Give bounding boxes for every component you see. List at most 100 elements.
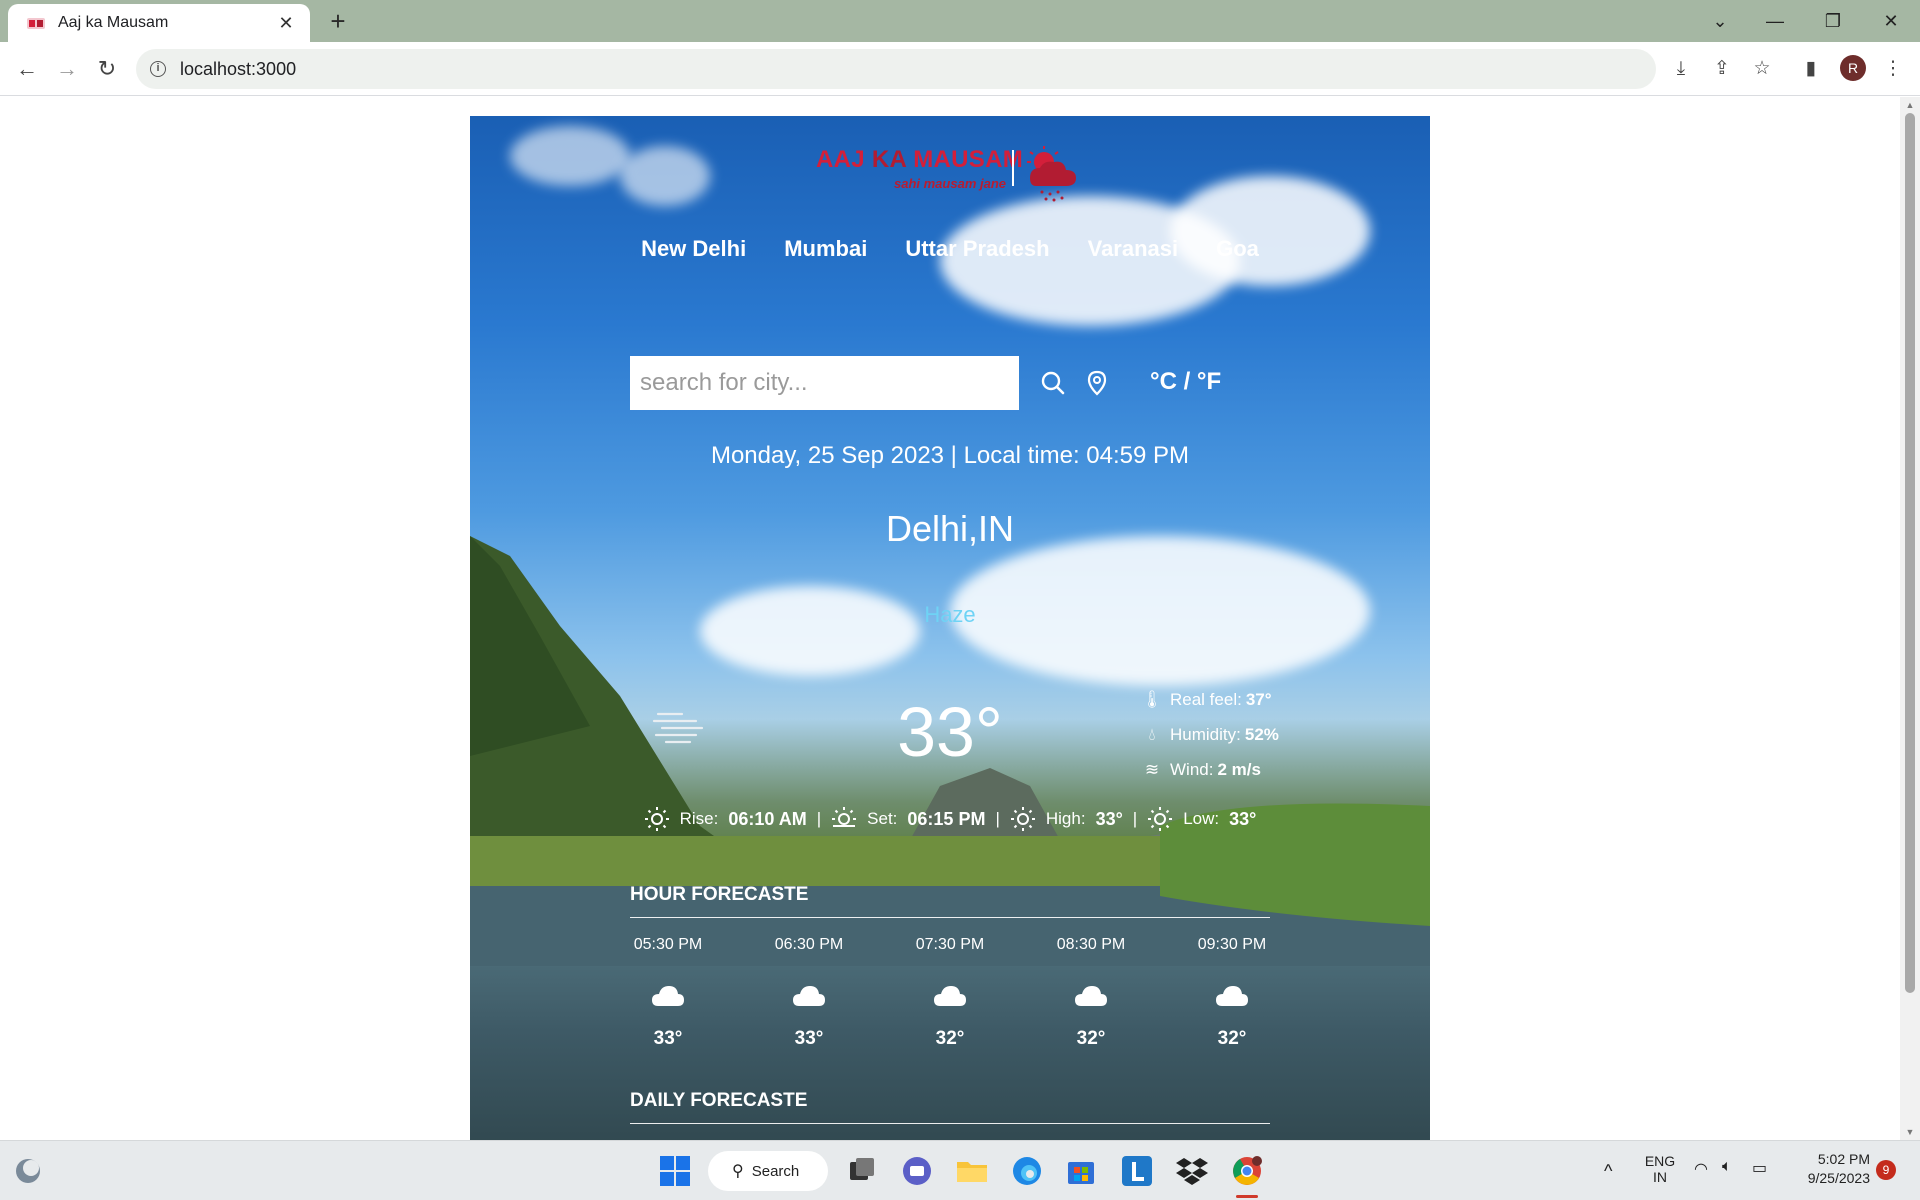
sunrise-icon xyxy=(644,807,669,831)
language-code: ENG xyxy=(1644,1153,1676,1169)
forecast-time: 05:30 PM xyxy=(633,936,703,953)
windows-start-icon[interactable] xyxy=(658,1154,692,1188)
task-view-icon[interactable] xyxy=(844,1154,878,1188)
l-app-icon[interactable] xyxy=(1120,1154,1154,1188)
profile-avatar[interactable]: R xyxy=(1840,55,1866,81)
city-link-uttar-pradesh[interactable]: Uttar Pradesh xyxy=(905,236,1049,262)
menu-dots-icon[interactable]: ⋮ xyxy=(1880,56,1906,82)
dropbox-icon[interactable] xyxy=(1175,1154,1209,1188)
search-glass-icon: ⚲ xyxy=(732,1163,744,1180)
microsoft-store-icon[interactable] xyxy=(1064,1154,1098,1188)
notification-badge[interactable]: 9 xyxy=(1876,1160,1896,1180)
city-quick-links: New Delhi Mumbai Uttar Pradesh Varanasi … xyxy=(470,236,1430,262)
forecast-temp: 32° xyxy=(1217,1028,1247,1049)
clock[interactable]: 5:02 PM 9/25/2023 xyxy=(1790,1151,1870,1186)
file-explorer-icon[interactable] xyxy=(955,1154,989,1188)
widgets-icon[interactable] xyxy=(12,1155,44,1187)
minimize-icon[interactable]: — xyxy=(1755,6,1795,36)
logo-tagline: sahi mausam jane xyxy=(894,176,1006,191)
battery-icon[interactable]: ▭ xyxy=(1752,1158,1767,1178)
restore-icon[interactable]: ❐ xyxy=(1813,6,1853,36)
page-scrollbar[interactable]: ▲ ▼ xyxy=(1900,97,1920,1140)
low-label: Low: xyxy=(1183,809,1220,828)
close-window-icon[interactable]: ✕ xyxy=(1871,6,1911,36)
browser-tab[interactable]: Aaj ka Mausam ✕ xyxy=(8,4,310,42)
forecast-time: 09:30 PM xyxy=(1197,936,1267,953)
humidity-label: Humidity: xyxy=(1170,724,1241,744)
clock-time: 5:02 PM xyxy=(1817,1151,1870,1167)
forecast-temp: 32° xyxy=(935,1028,965,1049)
wifi-icon[interactable]: ◠ xyxy=(1694,1159,1708,1179)
cloud-decoration xyxy=(510,126,630,186)
hourly-forecast-title: HOUR FORECASTE xyxy=(630,884,809,905)
wind-row: ≋ Wind: 2 m/s xyxy=(1140,752,1340,787)
weather-details: 🌡︎ Real feel: 37° 💧︎ Humidity: 52% ≋ Win… xyxy=(1140,682,1340,787)
sun-high-icon xyxy=(1010,807,1035,831)
address-bar[interactable]: i localhost:3000 xyxy=(136,49,1656,89)
reload-icon[interactable]: ↻ xyxy=(92,54,122,84)
bookmark-star-icon[interactable]: ☆ xyxy=(1749,56,1775,82)
forecast-time: 06:30 PM xyxy=(774,936,844,953)
chrome-icon[interactable] xyxy=(1230,1154,1264,1188)
city-link-goa[interactable]: Goa xyxy=(1216,236,1259,262)
side-panel-icon[interactable]: ▮ xyxy=(1798,56,1824,82)
scroll-down-arrow-icon[interactable]: ▼ xyxy=(1900,1124,1920,1140)
volume-icon[interactable]: 🔈︎ xyxy=(1722,1158,1732,1176)
humidity-value: 52% xyxy=(1244,724,1279,744)
language-indicator[interactable]: ENG IN xyxy=(1642,1153,1678,1185)
low-item: Low: 33° xyxy=(1147,806,1256,832)
install-icon[interactable]: ⤓ xyxy=(1668,56,1694,82)
cloud-decoration xyxy=(620,146,710,206)
forecast-temp: 33° xyxy=(794,1028,824,1049)
scroll-up-arrow-icon[interactable]: ▲ xyxy=(1900,97,1920,113)
cloud-decoration xyxy=(1170,176,1370,286)
cloud-icon xyxy=(1053,976,1129,1016)
url-text: localhost:3000 xyxy=(180,58,297,79)
sunset-icon xyxy=(832,807,857,827)
hourly-forecast-item: 06:30 PM 33° xyxy=(771,936,847,1050)
weather-condition: Haze xyxy=(924,602,976,627)
wind-value: 2 m/s xyxy=(1217,759,1261,779)
sunset-item: Set: 06:15 PM xyxy=(831,806,985,832)
share-icon[interactable]: ⇪ xyxy=(1709,56,1735,82)
low-value: 33° xyxy=(1229,808,1257,829)
forward-icon[interactable]: → xyxy=(52,54,82,84)
hourly-forecast-item: 08:30 PM 32° xyxy=(1053,936,1129,1050)
city-link-new-delhi[interactable]: New Delhi xyxy=(641,236,746,262)
back-icon[interactable]: ← xyxy=(12,54,42,84)
city-link-varanasi[interactable]: Varanasi xyxy=(1088,236,1179,262)
sunrise-label: Rise: xyxy=(679,809,719,828)
unit-toggle[interactable]: °C / °F xyxy=(1150,368,1221,396)
real-feel-value: 37° xyxy=(1245,689,1272,709)
favicon-icon xyxy=(27,18,45,29)
weather-card: AAJ KA MAUSAM sahi mausam jane New Delhi… xyxy=(470,116,1430,1140)
taskbar-search-label: Search xyxy=(751,1162,800,1180)
new-tab-button[interactable]: + xyxy=(323,7,353,37)
sun-temperature-row: Rise: 06:10 AM | Set: 06:15 PM | High: 3… xyxy=(470,806,1430,832)
sun-rain-cloud-icon xyxy=(1027,146,1076,202)
separator: | xyxy=(995,809,1000,828)
hourly-divider xyxy=(630,917,1270,918)
city-search-input[interactable] xyxy=(630,356,1019,410)
cloud-icon xyxy=(912,976,988,1016)
city-link-mumbai[interactable]: Mumbai xyxy=(784,236,867,262)
teams-chat-icon[interactable] xyxy=(900,1154,934,1188)
windows-taskbar: ⚲ Search ^ ENG IN ◠ 🔈︎ ▭ 5:02 PM 9/25/20… xyxy=(0,1140,1920,1200)
tray-overflow-icon[interactable]: ^ xyxy=(1604,1161,1612,1182)
app-logo[interactable]: AAJ KA MAUSAM sahi mausam jane xyxy=(816,144,1086,206)
scroll-thumb[interactable] xyxy=(1905,113,1915,993)
sun-low-icon xyxy=(1148,807,1173,831)
cloud-icon xyxy=(771,976,847,1016)
forecast-temp: 32° xyxy=(1076,1028,1106,1049)
taskbar-search[interactable]: ⚲ Search xyxy=(708,1151,828,1191)
close-tab-icon[interactable]: ✕ xyxy=(274,13,298,34)
location-pin-icon[interactable] xyxy=(1082,368,1112,398)
site-info-icon[interactable]: i xyxy=(150,61,166,77)
search-icon[interactable] xyxy=(1038,368,1068,398)
tab-search-icon[interactable]: ⌄ xyxy=(1700,6,1740,36)
active-app-indicator xyxy=(1236,1195,1258,1198)
edge-browser-icon[interactable] xyxy=(1010,1154,1044,1188)
tab-strip: Aaj ka Mausam ✕ + ⌄ — ❐ ✕ xyxy=(0,0,1920,42)
thermometer-icon: 🌡︎ xyxy=(1141,689,1163,709)
hourly-forecast-item: 05:30 PM 33° xyxy=(630,936,706,1050)
